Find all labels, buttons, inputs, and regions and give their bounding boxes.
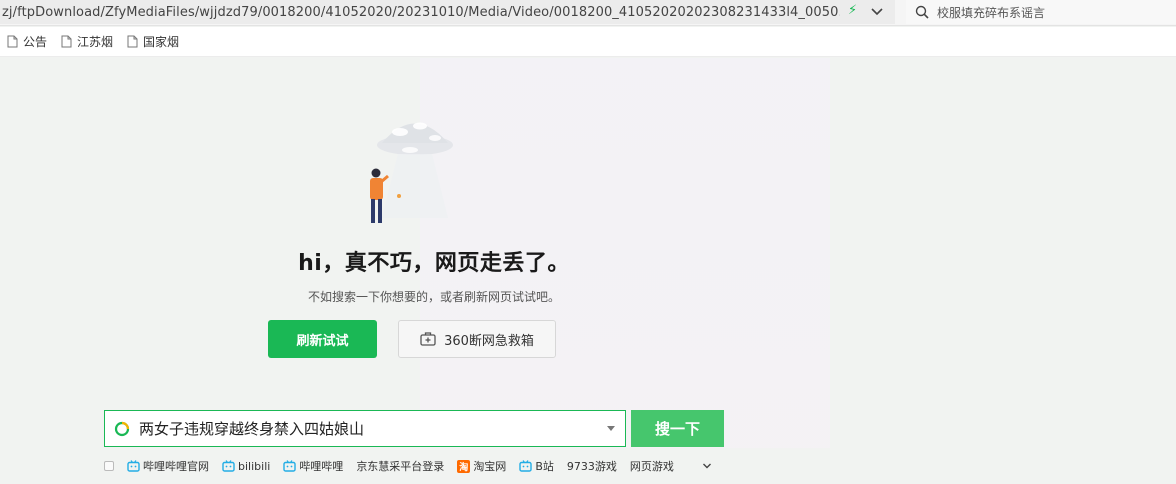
bilibili-icon [519,460,533,472]
bilibili-icon [127,460,140,472]
bookmark-label: 国家烟 [143,35,180,49]
network-rescue-label: 360断网急救箱 [444,333,534,349]
bookmarks-bar: 公告 江苏烟 国家烟 [0,27,1176,57]
page-icon [7,35,18,48]
top-search-box[interactable]: 校服填充碎布系谣言 [906,0,1176,24]
quick-links-bar: 哔哩哔哩官网 bilibili 哔哩哔哩 京东慧采平台登录 淘 淘宝网 B站 9… [104,458,712,474]
quick-link[interactable]: B站 [519,458,554,474]
bookmark-item[interactable]: 公告 [7,33,47,50]
quick-link[interactable]: 网页游戏 [630,458,674,474]
bookmark-item[interactable]: 江苏烟 [61,33,113,50]
quick-link-label: 淘宝网 [473,460,507,473]
quick-link-label: B站 [535,460,554,473]
refresh-button[interactable]: 刷新试试 [268,320,377,358]
url-field[interactable]: zj/ftpDownload/ZfyMediaFiles/wjjdzd79/00… [0,0,895,24]
bookmark-label: 公告 [23,35,48,49]
quick-link-label: 9733游戏 [566,460,617,473]
bilibili-icon [222,460,235,472]
search-input[interactable] [139,419,579,438]
360-search-logo-icon [114,421,130,436]
bilibili-icon [283,460,297,472]
lost-page-illustration-icon [370,122,453,223]
page-icon [127,35,138,48]
network-rescue-button[interactable]: 360断网急救箱 [398,320,556,358]
page-subtitle: 不如搜索一下你想要的，或者刷新网页试试吧。 [307,290,560,304]
page-title: hi，真不巧，网页走丢了。 [298,251,570,276]
bookmark-item[interactable]: 国家烟 [127,33,179,50]
quick-link[interactable]: 哔哩哔哩 [283,458,343,474]
quick-link[interactable]: 京东慧采平台登录 [356,458,444,474]
quick-link[interactable]: bilibili [222,460,270,473]
quick-link-label: bilibili [238,459,271,473]
quick-link[interactable]: 哔哩哔哩官网 [127,458,209,474]
quick-link[interactable]: 9733游戏 [567,458,617,474]
first-aid-kit-icon [420,332,436,346]
dropdown-arrow-icon[interactable] [607,426,615,431]
settings-checkbox[interactable] [104,461,114,471]
chevron-down-icon[interactable] [870,5,884,19]
lightning-icon[interactable]: ⚡ [848,3,857,18]
chevron-down-icon[interactable] [702,461,712,471]
page-icon [61,35,72,48]
quick-link-label: 哔哩哔哩官网 [143,460,209,473]
search-icon [915,5,929,19]
quick-link-label: 哔哩哔哩 [299,460,344,473]
top-search-placeholder: 校服填充碎布系谣言 [937,5,1046,20]
quick-link[interactable]: 淘 淘宝网 [457,458,506,474]
url-text[interactable]: zj/ftpDownload/ZfyMediaFiles/wjjdzd79/00… [0,5,840,20]
search-box [104,410,626,447]
taobao-icon: 淘 [457,459,471,473]
search-button[interactable]: 搜一下 [631,410,724,447]
address-bar-row: zj/ftpDownload/ZfyMediaFiles/wjjdzd79/00… [0,0,1176,26]
quick-link-label: 网页游戏 [629,460,674,473]
bookmark-label: 江苏烟 [77,35,114,49]
quick-link-label: 京东慧采平台登录 [356,460,445,473]
